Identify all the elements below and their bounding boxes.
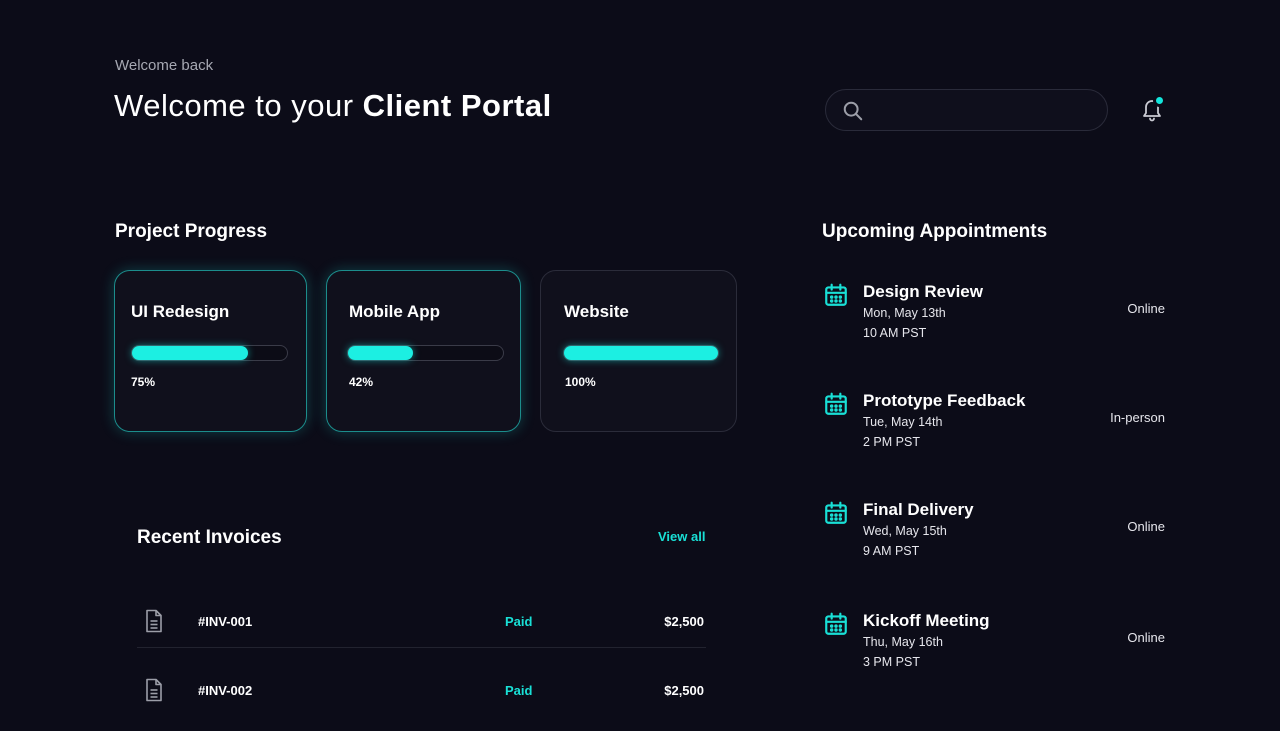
progress-bar xyxy=(131,345,288,361)
project-name: Mobile App xyxy=(349,302,440,321)
appointment-item[interactable]: Kickoff Meeting Thu, May 16th 3 PM PST O… xyxy=(822,611,1167,681)
appointment-title: Final Delivery xyxy=(863,500,974,519)
appointment-date: Tue, May 14th xyxy=(863,415,943,429)
appointment-time: 2 PM PST xyxy=(863,435,920,449)
progress-percent: 75% xyxy=(131,375,156,389)
invoice-status: Paid xyxy=(505,614,533,629)
search-icon xyxy=(843,101,863,121)
appointment-title: Kickoff Meeting xyxy=(863,611,990,630)
project-card-ui-redesign[interactable]: UI Redesign 75% xyxy=(114,270,307,432)
notification-button[interactable] xyxy=(1140,94,1166,122)
progress-fill xyxy=(564,346,718,360)
project-name: Website xyxy=(564,302,629,321)
search-box[interactable] xyxy=(825,89,1108,131)
appointment-location: In-person xyxy=(1110,410,1165,425)
appointment-date: Wed, May 15th xyxy=(863,524,947,538)
calendar-icon xyxy=(825,501,847,524)
notification-dot xyxy=(1153,94,1166,107)
appointment-title: Prototype Feedback xyxy=(863,391,1026,410)
project-name: UI Redesign xyxy=(131,302,230,321)
project-progress-title: Project Progress xyxy=(115,221,268,242)
progress-fill xyxy=(132,346,249,360)
invoice-id: #INV-001 xyxy=(198,614,253,629)
appointment-date: Mon, May 13th xyxy=(863,306,946,320)
document-icon xyxy=(146,678,162,702)
invoice-divider xyxy=(137,647,706,648)
appointment-location: Online xyxy=(1127,301,1165,316)
project-card-mobile-app[interactable]: Mobile App 42% xyxy=(326,270,521,432)
document-icon xyxy=(146,609,162,633)
recent-invoices-title: Recent Invoices xyxy=(137,527,282,548)
project-card-website[interactable]: Website 100% xyxy=(540,270,737,432)
invoice-amount: $2,500 xyxy=(664,683,704,698)
appointment-time: 10 AM PST xyxy=(863,326,927,340)
calendar-icon xyxy=(825,612,847,635)
calendar-icon xyxy=(825,283,847,306)
view-all-link[interactable]: View all xyxy=(658,529,705,544)
page-title: Welcome to your Client Portal xyxy=(114,88,552,124)
appointment-title: Design Review xyxy=(863,282,983,301)
appointment-time: 9 AM PST xyxy=(863,544,920,558)
progress-percent: 42% xyxy=(349,375,374,389)
appointment-date: Thu, May 16th xyxy=(863,635,943,649)
appointment-location: Online xyxy=(1127,519,1165,534)
appointment-location: Online xyxy=(1127,630,1165,645)
welcome-subtitle: Welcome back xyxy=(115,57,214,74)
invoice-status: Paid xyxy=(505,683,533,698)
upcoming-appointments-title: Upcoming Appointments xyxy=(822,221,1048,242)
page-title-prefix: Welcome to your xyxy=(114,88,354,123)
invoice-id: #INV-002 xyxy=(198,683,253,698)
appointment-item[interactable]: Design Review Mon, May 13th 10 AM PST On… xyxy=(822,282,1167,352)
invoice-amount: $2,500 xyxy=(664,614,704,629)
invoice-row[interactable]: #INV-001 Paid $2,500 xyxy=(137,587,706,655)
invoice-row[interactable]: #INV-002 Paid $2,500 xyxy=(137,656,706,724)
progress-percent: 100% xyxy=(565,375,596,389)
calendar-icon xyxy=(825,392,847,415)
page-title-strong: Client Portal xyxy=(362,88,552,123)
progress-bar xyxy=(563,345,719,361)
progress-fill xyxy=(348,346,414,360)
search-input[interactable] xyxy=(872,98,1092,122)
client-portal-page: Welcome back Welcome to your Client Port… xyxy=(0,0,1280,731)
appointment-item[interactable]: Final Delivery Wed, May 15th 9 AM PST On… xyxy=(822,500,1167,570)
progress-bar xyxy=(347,345,504,361)
appointment-item[interactable]: Prototype Feedback Tue, May 14th 2 PM PS… xyxy=(822,391,1167,461)
appointment-time: 3 PM PST xyxy=(863,655,920,669)
